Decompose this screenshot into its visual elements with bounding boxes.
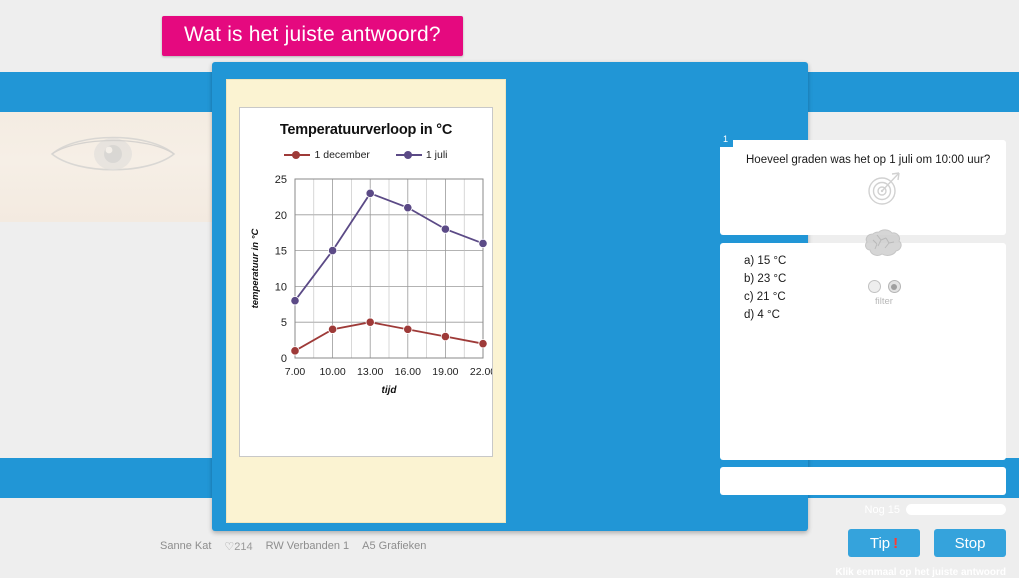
svg-text:19.00: 19.00	[432, 366, 458, 378]
progress-bar	[906, 504, 1006, 515]
progress-label: Nog 15	[864, 503, 900, 516]
answer-input[interactable]	[720, 467, 1006, 495]
question-number-badge: 1	[718, 132, 733, 147]
quiz-dialog: Temperatuurverloop in °C 1 december 1 ju…	[212, 62, 1006, 578]
footer-likes: ♡214	[224, 541, 253, 553]
chart-panel: Temperatuurverloop in °C 1 december 1 ju…	[226, 79, 506, 523]
svg-text:22.00: 22.00	[470, 366, 492, 378]
line-chart: 0 5 10 15 20 25 7.00 10.00 13.00 16.00 19.00 22.00 t…	[250, 174, 492, 396]
filter-group: filter	[867, 280, 901, 307]
svg-text:10.00: 10.00	[319, 366, 345, 378]
stop-button[interactable]: Stop	[934, 529, 1006, 557]
svg-text:25: 25	[275, 174, 287, 186]
legend-marker-juli	[395, 150, 422, 160]
legend-label-juli: 1 juli	[425, 149, 448, 161]
legend-item-juli: 1 juli	[395, 149, 448, 161]
page-title: Wat is het juiste antwoord?	[184, 23, 441, 46]
footer-author: Sanne Kat	[160, 540, 212, 552]
legend-marker-december	[284, 150, 311, 160]
footer-course: RW Verbanden 1	[265, 540, 350, 552]
svg-text:13.00: 13.00	[357, 366, 383, 378]
tip-alert-icon: !	[893, 534, 899, 552]
svg-text:10: 10	[275, 281, 287, 293]
eye-icon	[50, 136, 176, 171]
filter-label: filter	[875, 296, 893, 307]
icon-rail: filter	[860, 168, 908, 307]
progress-row: Nog 15	[720, 502, 1006, 517]
stop-button-label: Stop	[954, 534, 986, 552]
chart-card: Temperatuurverloop in °C 1 december 1 ju…	[239, 107, 493, 457]
svg-text:5: 5	[281, 317, 287, 329]
tip-button-label: Tip	[869, 534, 891, 552]
question-text: Hoeveel graden was het op 1 juli om 10:0…	[746, 154, 991, 166]
chart-title: Temperatuurverloop in °C	[279, 122, 453, 138]
chart-plot-area: 0 5 10 15 20 25 7.00 10.00 13.00 16.00 19.00 22.00 t…	[240, 161, 492, 423]
svg-text:tijd: tijd	[382, 385, 398, 396]
page-title-banner: Wat is het juiste antwoord?	[162, 16, 463, 56]
svg-text:15: 15	[275, 246, 287, 258]
legend-item-december: 1 december	[284, 149, 370, 161]
svg-text:16.00: 16.00	[395, 366, 421, 378]
svg-text:temperatuur in °C: temperatuur in °C	[250, 228, 261, 308]
chart-legend: 1 december 1 juli	[240, 149, 492, 161]
footer-topic: A5 Grafieken	[362, 540, 427, 552]
svg-text:20: 20	[275, 210, 287, 222]
footer: Sanne Kat ♡214 RW Verbanden 1 A5 Grafiek…	[160, 540, 426, 553]
target-icon[interactable]	[864, 168, 904, 208]
svg-text:7.00: 7.00	[285, 366, 306, 378]
filter-radio-on[interactable]	[887, 280, 901, 293]
dialog-buttons: Tip ! Stop	[720, 529, 1006, 559]
legend-label-december: 1 december	[314, 149, 370, 161]
tip-button[interactable]: Tip !	[848, 529, 920, 557]
brain-icon[interactable]	[863, 228, 905, 260]
filter-radio-off[interactable]	[867, 280, 881, 293]
answer-option[interactable]: d) 4 °C	[744, 306, 1006, 324]
svg-text:0: 0	[281, 353, 287, 365]
